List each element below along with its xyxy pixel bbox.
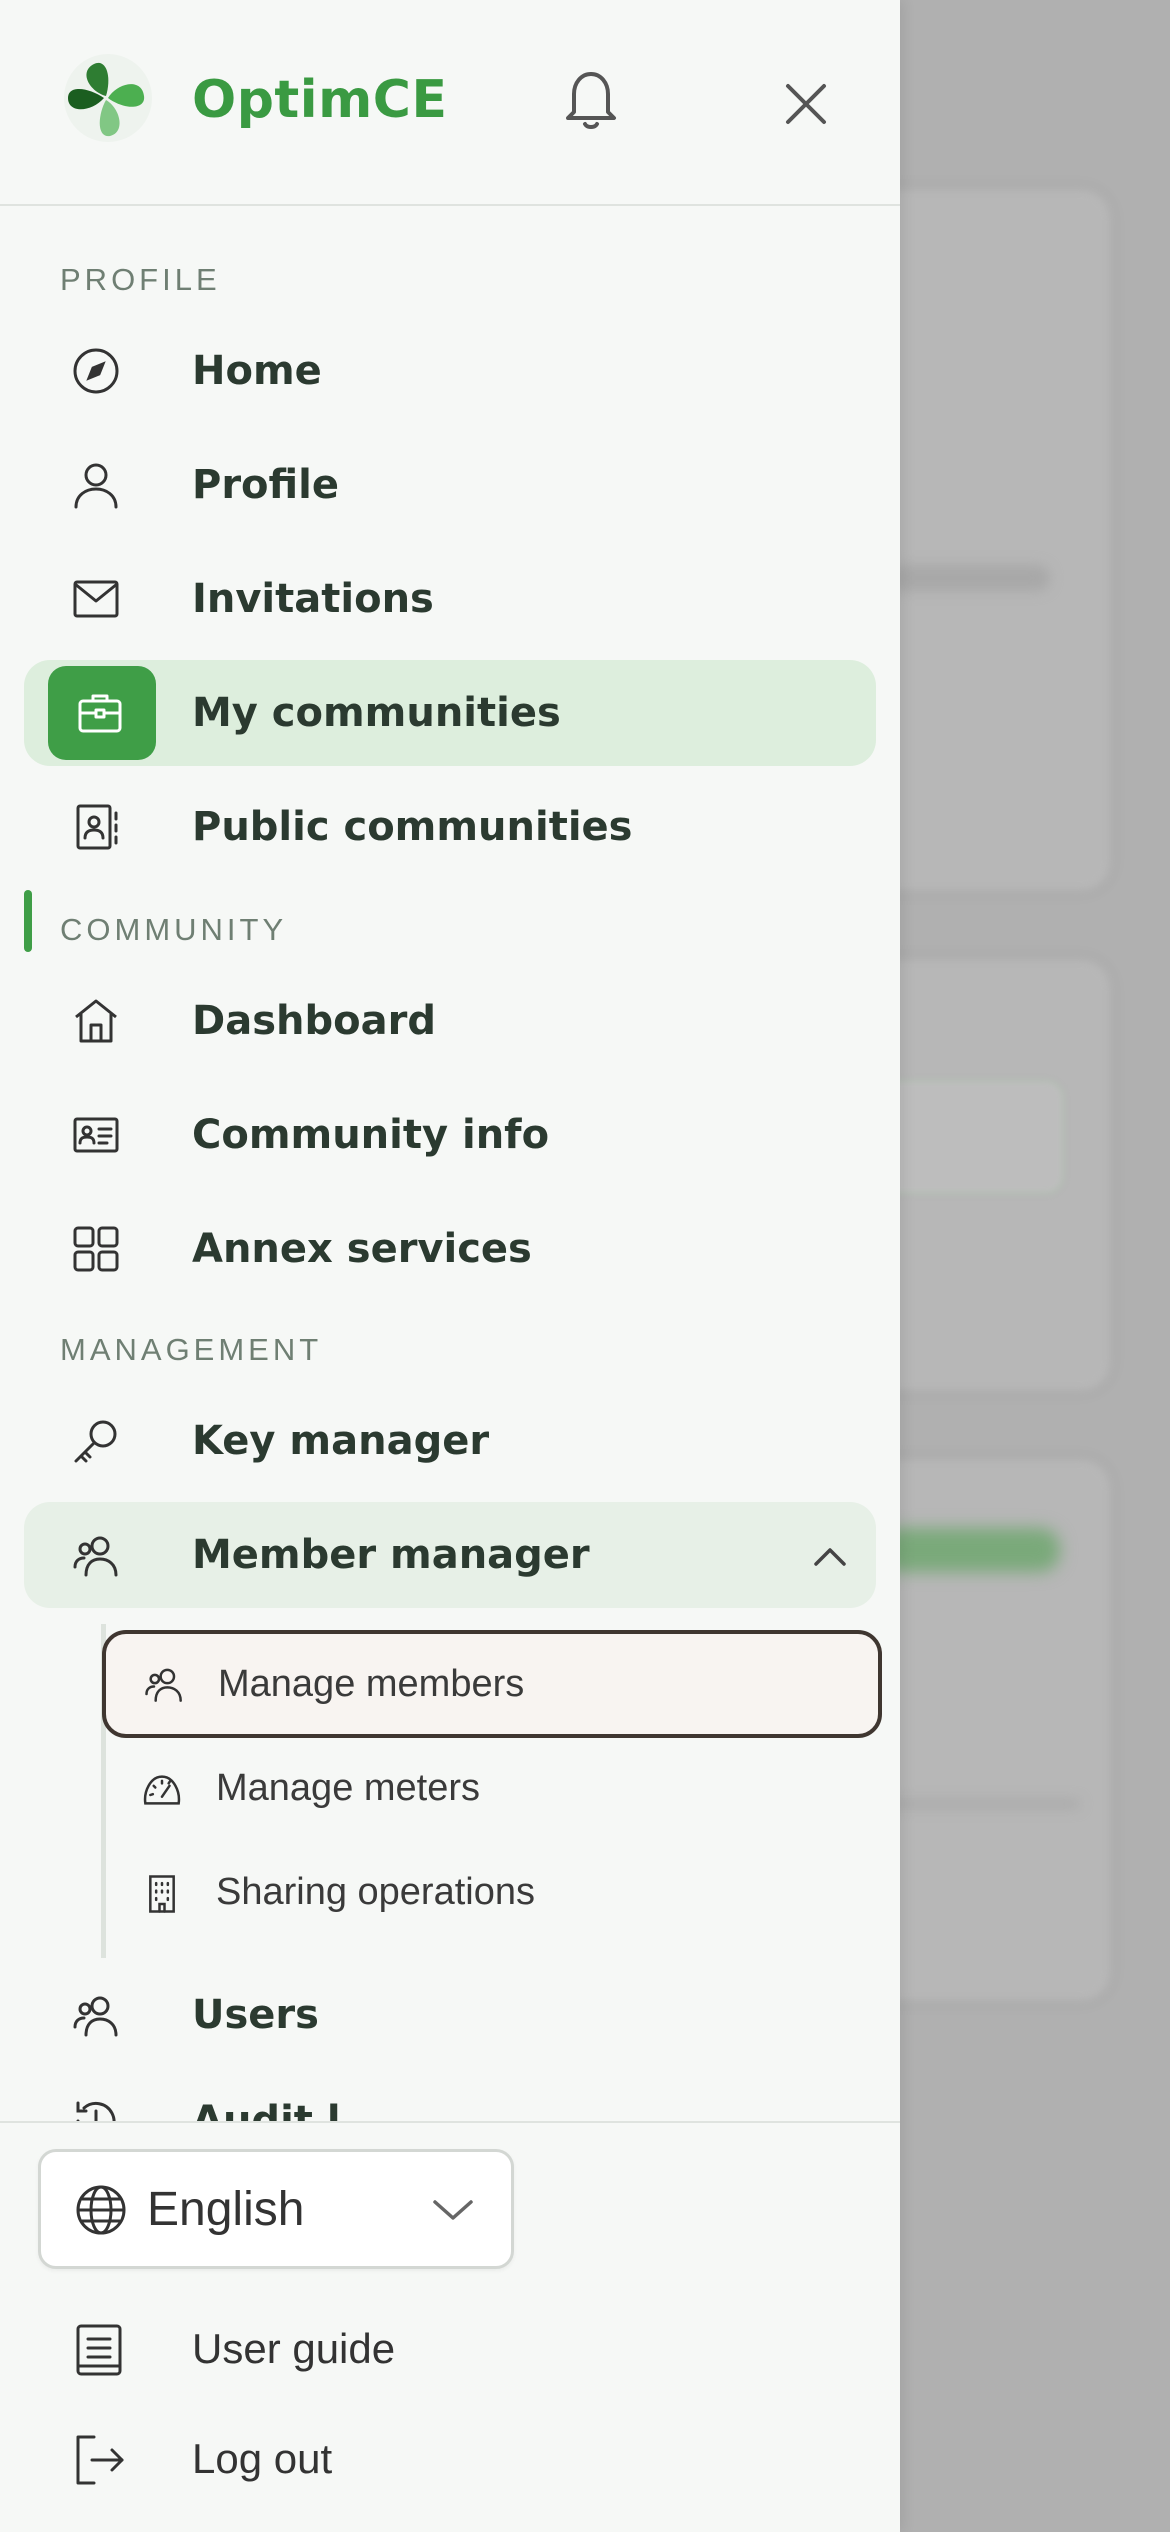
log-out-label: Log out [192, 2435, 333, 2482]
language-select[interactable]: English [38, 2149, 514, 2269]
nav-item-label: My communities [192, 690, 561, 736]
drawer-nav: PROFILE Home Profile Invitations My comm… [0, 206, 900, 2122]
history-icon [72, 2097, 120, 2122]
background-button [880, 1528, 1060, 1572]
briefcase-icon [76, 689, 124, 737]
nav-item-community-info[interactable]: Community info [24, 1082, 876, 1188]
nav-item-invitations[interactable]: Invitations [24, 546, 876, 652]
nav-item-dashboard[interactable]: Dashboard [24, 968, 876, 1074]
key-icon [72, 1417, 120, 1465]
subnav-item-manage-meters[interactable]: Manage meters [102, 1736, 882, 1840]
chevron-down-icon [431, 2196, 475, 2224]
user-guide-link[interactable]: User guide [24, 2299, 876, 2399]
nav-item-label: Member manager [192, 1532, 590, 1578]
nav-item-my-communities[interactable]: My communities [24, 660, 876, 766]
nav-item-key-manager[interactable]: Key manager [24, 1388, 876, 1494]
nav-item-label: Home [192, 348, 322, 394]
section-heading-management: MANAGEMENT [60, 1332, 323, 1367]
subnav-item-label: Sharing operations [216, 1871, 535, 1913]
logout-icon [72, 2433, 126, 2487]
nav-item-member-manager[interactable]: Member manager [24, 1502, 876, 1608]
nav-item-label: Annex services [192, 1226, 532, 1272]
nav-item-label: Community info [192, 1112, 550, 1158]
chevron-up-icon[interactable] [810, 1538, 850, 1574]
nav-item-label: Dashboard [192, 998, 436, 1044]
subnav-item-manage-members[interactable]: Manage members [102, 1630, 882, 1738]
users-icon [144, 1664, 184, 1704]
close-icon[interactable] [780, 78, 832, 130]
background-text [890, 565, 1050, 591]
nav-item-users[interactable]: Users [24, 1962, 876, 2068]
nav-item-label: Key manager [192, 1418, 490, 1464]
building-icon [142, 1874, 182, 1914]
nav-item-label: Profile [192, 462, 340, 508]
drawer-footer: English User guide Log out [0, 2121, 900, 2532]
user-icon [72, 461, 120, 509]
user-guide-label: User guide [192, 2325, 396, 2372]
nav-item-label: Invitations [192, 576, 434, 622]
section-heading-profile: PROFILE [60, 262, 221, 297]
subnav-item-label: Manage meters [216, 1767, 481, 1809]
nav-item-home[interactable]: Home [24, 318, 876, 424]
nav-item-label: Audit l... [192, 2098, 387, 2122]
globe-icon [75, 2184, 127, 2236]
id-card-icon [72, 1111, 120, 1159]
active-indicator [24, 890, 32, 952]
nav-item-profile[interactable]: Profile [24, 432, 876, 538]
section-heading-community: COMMUNITY [60, 912, 288, 947]
app-name: OptimCE [192, 70, 448, 130]
nav-item-label: Public communities [192, 804, 633, 850]
bell-icon[interactable] [560, 64, 622, 132]
nav-item-label: Users [192, 1992, 319, 2038]
nav-item-audit[interactable]: Audit l... [24, 2068, 876, 2122]
book-icon [72, 2323, 126, 2377]
subnav-item-label: Manage members [218, 1663, 525, 1705]
clover-logo-icon [60, 52, 152, 144]
users-icon [72, 1991, 120, 2039]
compass-icon [72, 347, 120, 395]
mail-icon [72, 575, 120, 623]
background-divider [880, 1800, 1080, 1808]
nav-item-public-communities[interactable]: Public communities [24, 774, 876, 880]
log-out-button[interactable]: Log out [24, 2409, 876, 2509]
language-select-value: English [147, 2183, 305, 2236]
nav-item-annex-services[interactable]: Annex services [24, 1196, 876, 1302]
subnav-item-sharing-operations[interactable]: Sharing operations [102, 1840, 882, 1944]
house-icon [72, 997, 120, 1045]
users-icon [72, 1531, 120, 1579]
contact-book-icon [72, 803, 120, 851]
navigation-drawer: OptimCE PROFILE Home Profile Invitations… [0, 0, 900, 2532]
grid-icon [72, 1225, 120, 1273]
gauge-icon [142, 1770, 182, 1810]
drawer-header: OptimCE [0, 0, 900, 206]
